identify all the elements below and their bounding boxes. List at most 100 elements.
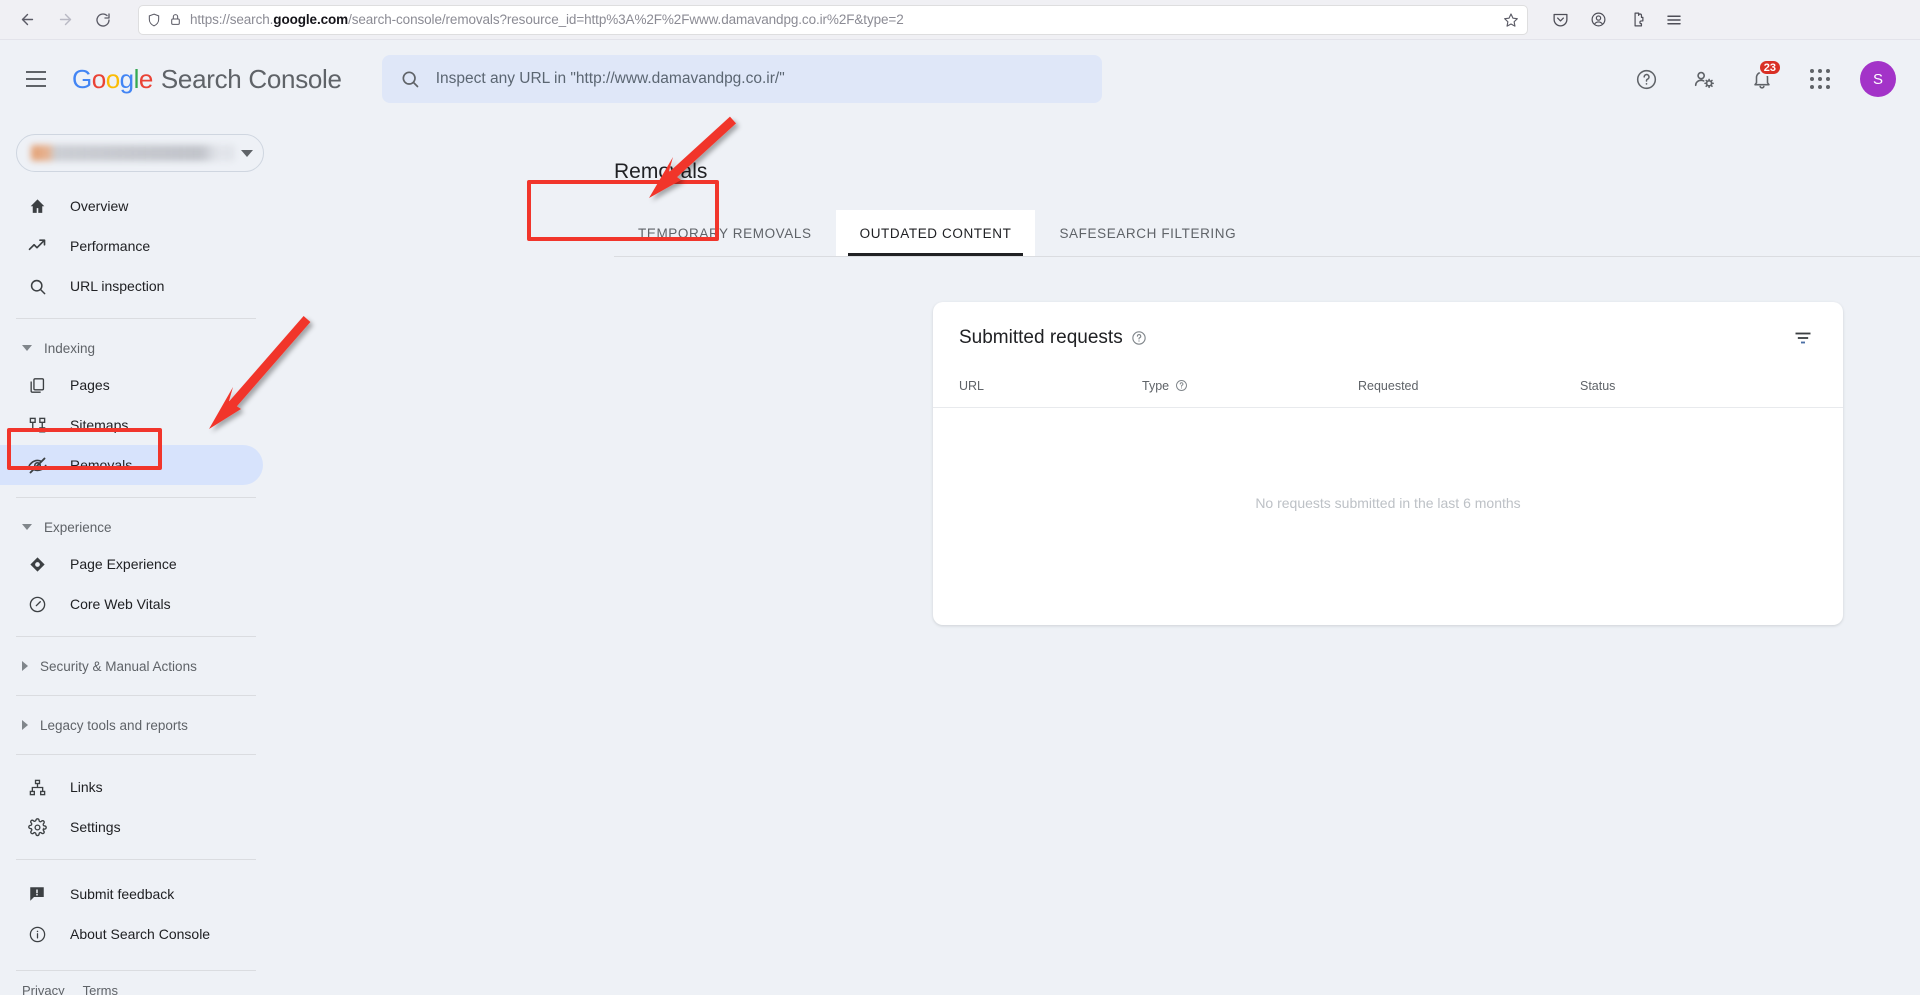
browser-toolbar-right bbox=[1544, 4, 1690, 36]
sidebar-item-settings[interactable]: Settings bbox=[0, 807, 263, 847]
help-icon[interactable] bbox=[1624, 57, 1668, 101]
tabs: TEMPORARY REMOVALS OUTDATED CONTENT SAFE… bbox=[614, 210, 1920, 257]
search-input[interactable]: Inspect any URL in "http://www.damavandp… bbox=[382, 55, 1102, 103]
tab-label: SAFESEARCH FILTERING bbox=[1059, 226, 1236, 241]
sidebar-item-label: Overview bbox=[70, 198, 128, 214]
sidebar-section-label: Security & Manual Actions bbox=[40, 659, 197, 674]
sidebar-item-performance[interactable]: Performance bbox=[0, 226, 263, 266]
divider bbox=[16, 318, 256, 319]
brand-logo[interactable]: Google Search Console bbox=[72, 64, 342, 95]
search-placeholder: Inspect any URL in "http://www.damavandp… bbox=[436, 70, 785, 88]
help-icon[interactable] bbox=[1131, 330, 1147, 346]
sidebar-item-label: Settings bbox=[70, 819, 121, 835]
column-header-type: Type bbox=[1142, 379, 1358, 393]
column-header-status: Status bbox=[1580, 379, 1817, 393]
shield-icon bbox=[147, 13, 161, 27]
empty-state-message: No requests submitted in the last 6 mont… bbox=[933, 408, 1843, 598]
sidebar-item-sitemaps[interactable]: Sitemaps bbox=[0, 405, 263, 445]
browser-toolbar: https://search.google.com/search-console… bbox=[0, 0, 1920, 40]
account-icon[interactable] bbox=[1582, 4, 1614, 36]
back-button[interactable] bbox=[10, 4, 44, 36]
notifications-icon[interactable]: 23 bbox=[1740, 57, 1784, 101]
trending-up-icon bbox=[26, 235, 48, 257]
app-header: Google Search Console Inspect any URL in… bbox=[0, 40, 1920, 118]
url-text: https://search.google.com/search-console… bbox=[190, 12, 1495, 27]
google-wordmark: Google bbox=[72, 64, 153, 95]
help-icon[interactable] bbox=[1175, 379, 1188, 392]
sidebar-section-label: Indexing bbox=[44, 341, 95, 356]
sidebar-section-label: Legacy tools and reports bbox=[40, 718, 188, 733]
sidebar: Overview Performance URL inspection Inde… bbox=[0, 40, 270, 995]
header-actions: 23 S bbox=[1624, 57, 1900, 101]
card-title: Submitted requests bbox=[959, 327, 1123, 349]
property-name-redacted bbox=[31, 145, 235, 161]
info-icon bbox=[26, 923, 48, 945]
divider bbox=[16, 970, 256, 971]
tab-label: TEMPORARY REMOVALS bbox=[638, 226, 812, 241]
terms-link[interactable]: Terms bbox=[83, 983, 118, 995]
property-selector[interactable] bbox=[16, 134, 264, 172]
tab-outdated-content[interactable]: OUTDATED CONTENT bbox=[836, 210, 1036, 256]
reload-button[interactable] bbox=[86, 4, 120, 36]
column-header-requested: Requested bbox=[1358, 379, 1580, 393]
nav-group-top: Overview Performance URL inspection bbox=[0, 186, 270, 306]
feedback-icon bbox=[26, 883, 48, 905]
sidebar-item-label: Sitemaps bbox=[70, 417, 128, 433]
divider bbox=[16, 497, 256, 498]
sidebar-item-label: Removals bbox=[70, 457, 132, 473]
main-menu-icon[interactable] bbox=[12, 55, 60, 103]
pocket-save-icon[interactable] bbox=[1544, 4, 1576, 36]
lock-icon bbox=[169, 13, 182, 26]
divider bbox=[16, 695, 256, 696]
search-icon bbox=[400, 69, 420, 89]
forward-button[interactable] bbox=[48, 4, 82, 36]
sidebar-section-indexing[interactable]: Indexing bbox=[0, 331, 270, 365]
chevron-down-icon bbox=[22, 345, 32, 351]
sidebar-section-label: Experience bbox=[44, 520, 112, 535]
chevron-right-icon bbox=[22, 661, 28, 671]
divider bbox=[16, 754, 256, 755]
bookmark-star-icon[interactable] bbox=[1503, 12, 1519, 28]
sidebar-item-links[interactable]: Links bbox=[0, 767, 263, 807]
gear-icon bbox=[26, 816, 48, 838]
sidebar-section-experience[interactable]: Experience bbox=[0, 510, 270, 544]
sidebar-section-legacy[interactable]: Legacy tools and reports bbox=[0, 708, 270, 742]
card-header: Submitted requests bbox=[933, 302, 1843, 352]
search-icon bbox=[26, 275, 48, 297]
extensions-icon[interactable] bbox=[1620, 4, 1652, 36]
privacy-link[interactable]: Privacy bbox=[22, 983, 65, 995]
sidebar-item-url-inspection[interactable]: URL inspection bbox=[0, 266, 263, 306]
links-icon bbox=[26, 776, 48, 798]
home-icon bbox=[26, 195, 48, 217]
page-experience-icon bbox=[26, 553, 48, 575]
sidebar-item-submit-feedback[interactable]: Submit feedback bbox=[0, 874, 263, 914]
sidebar-section-security[interactable]: Security & Manual Actions bbox=[0, 649, 270, 683]
table-header-row: URL Type Requested Status bbox=[933, 364, 1843, 408]
column-header-type-label: Type bbox=[1142, 379, 1169, 393]
tab-label: OUTDATED CONTENT bbox=[860, 226, 1012, 241]
sidebar-item-page-experience[interactable]: Page Experience bbox=[0, 544, 263, 584]
divider bbox=[16, 859, 256, 860]
avatar[interactable]: S bbox=[1856, 57, 1900, 101]
chevron-right-icon bbox=[22, 720, 28, 730]
tab-safesearch-filtering[interactable]: SAFESEARCH FILTERING bbox=[1035, 210, 1260, 256]
main-content: Removals TEMPORARY REMOVALS OUTDATED CON… bbox=[270, 40, 1920, 995]
sidebar-item-removals[interactable]: Removals bbox=[0, 445, 263, 485]
sidebar-item-pages[interactable]: Pages bbox=[0, 365, 263, 405]
tab-temporary-removals[interactable]: TEMPORARY REMOVALS bbox=[614, 210, 836, 256]
users-permissions-icon[interactable] bbox=[1682, 57, 1726, 101]
sidebar-item-overview[interactable]: Overview bbox=[0, 186, 263, 226]
app-menu-icon[interactable] bbox=[1658, 4, 1690, 36]
filter-icon[interactable] bbox=[1789, 324, 1817, 352]
avatar-initial: S bbox=[1860, 61, 1896, 97]
divider bbox=[16, 636, 256, 637]
sidebar-item-about-search-console[interactable]: About Search Console bbox=[0, 914, 263, 954]
legal-links: Privacy Terms bbox=[0, 983, 270, 995]
sidebar-item-core-web-vitals[interactable]: Core Web Vitals bbox=[0, 584, 263, 624]
browser-nav-buttons bbox=[10, 4, 120, 36]
google-apps-icon[interactable] bbox=[1798, 57, 1842, 101]
chevron-down-icon bbox=[22, 524, 32, 530]
sidebar-item-label: Core Web Vitals bbox=[70, 596, 171, 612]
url-bar[interactable]: https://search.google.com/search-console… bbox=[138, 5, 1528, 35]
submitted-requests-card: Submitted requests URL Type Requested St bbox=[933, 302, 1843, 625]
